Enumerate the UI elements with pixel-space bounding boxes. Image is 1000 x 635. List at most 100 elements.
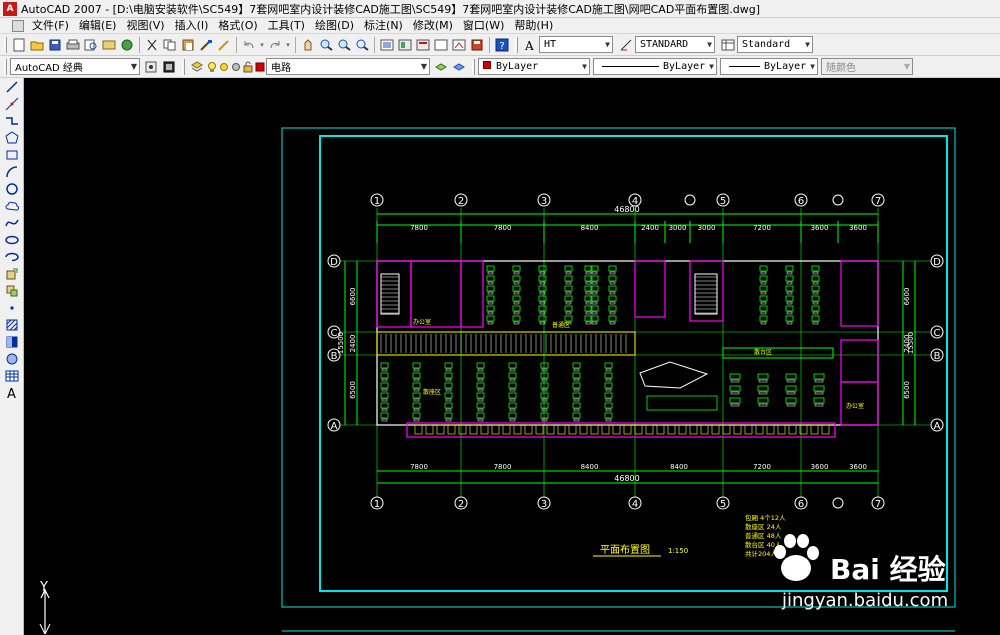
print-icon[interactable] <box>65 37 81 53</box>
layer-lock-icon[interactable] <box>243 59 253 75</box>
design-center-icon[interactable] <box>397 37 413 53</box>
menu-view[interactable]: 视图(V) <box>121 18 169 34</box>
save-icon[interactable] <box>47 37 63 53</box>
lineweight-select[interactable]: ByLayer ▼ <box>720 58 818 75</box>
autocad-app-icon[interactable]: A <box>3 1 17 16</box>
plot-icon[interactable] <box>119 37 135 53</box>
menu-insert[interactable]: 插入(I) <box>170 18 214 34</box>
layer-previous-icon[interactable] <box>451 59 467 75</box>
window-seat <box>645 424 654 435</box>
toolbar-grip[interactable] <box>515 36 518 53</box>
construction-line-icon[interactable] <box>3 96 21 112</box>
layer-select[interactable]: 电路 ▼ <box>266 58 430 75</box>
make-block-icon[interactable] <box>3 283 21 299</box>
ucs-icon <box>39 588 51 635</box>
document-icon[interactable] <box>12 19 24 32</box>
redo-dropdown-icon[interactable]: ▾ <box>285 37 291 53</box>
computer-desk <box>604 362 613 369</box>
dim-style-select[interactable]: STANDARD ▼ <box>635 36 715 53</box>
computer-desk <box>757 397 769 404</box>
chair <box>477 368 484 372</box>
toolbar-grip[interactable] <box>182 58 185 75</box>
chair <box>413 418 420 422</box>
properties-icon[interactable] <box>379 37 395 53</box>
arc-icon[interactable] <box>3 164 21 180</box>
cut-icon[interactable] <box>144 37 160 53</box>
point-icon[interactable] <box>3 300 21 316</box>
new-file-icon[interactable] <box>11 37 27 53</box>
redo-icon[interactable] <box>267 37 283 53</box>
menu-window[interactable]: 窗口(W) <box>458 18 509 34</box>
help-icon[interactable]: ? <box>494 37 510 53</box>
block-editor-icon[interactable] <box>216 37 232 53</box>
copy-icon[interactable] <box>162 37 178 53</box>
text-style-icon[interactable]: A <box>522 37 538 53</box>
rectangle-icon[interactable] <box>3 147 21 163</box>
open-folder-icon[interactable] <box>29 37 45 53</box>
menu-help[interactable]: 帮助(H) <box>509 18 558 34</box>
tool-palettes-icon[interactable] <box>415 37 431 53</box>
hatch-icon[interactable] <box>3 317 21 333</box>
paste-icon[interactable] <box>180 37 196 53</box>
workspace-settings-icon[interactable] <box>143 59 159 75</box>
menu-modify[interactable]: 修改(M) <box>408 18 458 34</box>
workspace-save-icon[interactable] <box>161 59 177 75</box>
computer-desk <box>608 285 617 292</box>
undo-icon[interactable] <box>241 37 257 53</box>
table-style-select[interactable]: Standard ▼ <box>737 36 813 53</box>
layer-color-icon[interactable] <box>255 59 265 75</box>
layer-viewport-icon[interactable] <box>231 59 241 75</box>
chair <box>605 378 612 382</box>
polyline-icon[interactable] <box>3 113 21 129</box>
make-object-layer-current-icon[interactable] <box>433 59 449 75</box>
zoom-previous-icon[interactable] <box>354 37 370 53</box>
zoom-window-icon[interactable] <box>336 37 352 53</box>
region-icon[interactable] <box>3 351 21 367</box>
match-properties-icon[interactable] <box>198 37 214 53</box>
polygon-icon[interactable] <box>3 130 21 146</box>
spline-icon[interactable] <box>3 215 21 231</box>
layer-on-bulb-icon[interactable] <box>207 59 217 75</box>
chair <box>730 391 740 395</box>
toolbar-grip[interactable] <box>4 58 7 75</box>
markup-set-icon[interactable] <box>451 37 467 53</box>
menu-tools[interactable]: 工具(T) <box>263 18 310 34</box>
toolbar-grip[interactable] <box>472 58 475 75</box>
menu-draw[interactable]: 绘图(D) <box>310 18 359 34</box>
sheet-set-icon[interactable] <box>433 37 449 53</box>
ellipse-arc-icon[interactable] <box>3 249 21 265</box>
svg-text:A: A <box>524 39 534 52</box>
dim-style-icon[interactable] <box>618 37 634 53</box>
axis-number-top: 5 <box>720 196 726 207</box>
multiline-text-icon[interactable]: A <box>3 385 21 401</box>
pan-icon[interactable] <box>300 37 316 53</box>
insert-block-icon[interactable] <box>3 266 21 282</box>
toolbar-grip[interactable] <box>4 36 7 53</box>
table-icon[interactable] <box>3 368 21 384</box>
undo-dropdown-icon[interactable]: ▾ <box>259 37 265 53</box>
menu-dimension[interactable]: 标注(N) <box>359 18 408 34</box>
calculator-icon[interactable] <box>469 37 485 53</box>
line-icon[interactable] <box>3 79 21 95</box>
circle-icon[interactable] <box>3 181 21 197</box>
menu-format[interactable]: 格式(O) <box>213 18 262 34</box>
plotstyle-select[interactable]: 随颜色 ▼ <box>821 58 913 75</box>
publish-icon[interactable] <box>101 37 117 53</box>
linetype-select[interactable]: ByLayer ▼ <box>593 58 717 75</box>
ellipse-icon[interactable] <box>3 232 21 248</box>
layer-manager-icon[interactable] <box>189 59 205 75</box>
text-style-select[interactable]: HT ▼ <box>539 36 613 53</box>
color-select[interactable]: ByLayer ▼ <box>478 58 590 75</box>
window-seat <box>480 424 489 435</box>
zoom-realtime-icon[interactable] <box>318 37 334 53</box>
print-preview-icon[interactable] <box>83 37 99 53</box>
layer-freeze-sun-icon[interactable] <box>219 59 229 75</box>
window-seat <box>513 424 522 435</box>
computer-desk <box>572 382 581 389</box>
menu-file[interactable]: 文件(F) <box>27 18 74 34</box>
table-style-icon[interactable] <box>720 37 736 53</box>
revision-cloud-icon[interactable] <box>3 198 21 214</box>
workspace-select[interactable]: AutoCAD 经典 ▼ <box>10 58 140 75</box>
menu-edit[interactable]: 编辑(E) <box>74 18 122 34</box>
gradient-icon[interactable] <box>3 334 21 350</box>
